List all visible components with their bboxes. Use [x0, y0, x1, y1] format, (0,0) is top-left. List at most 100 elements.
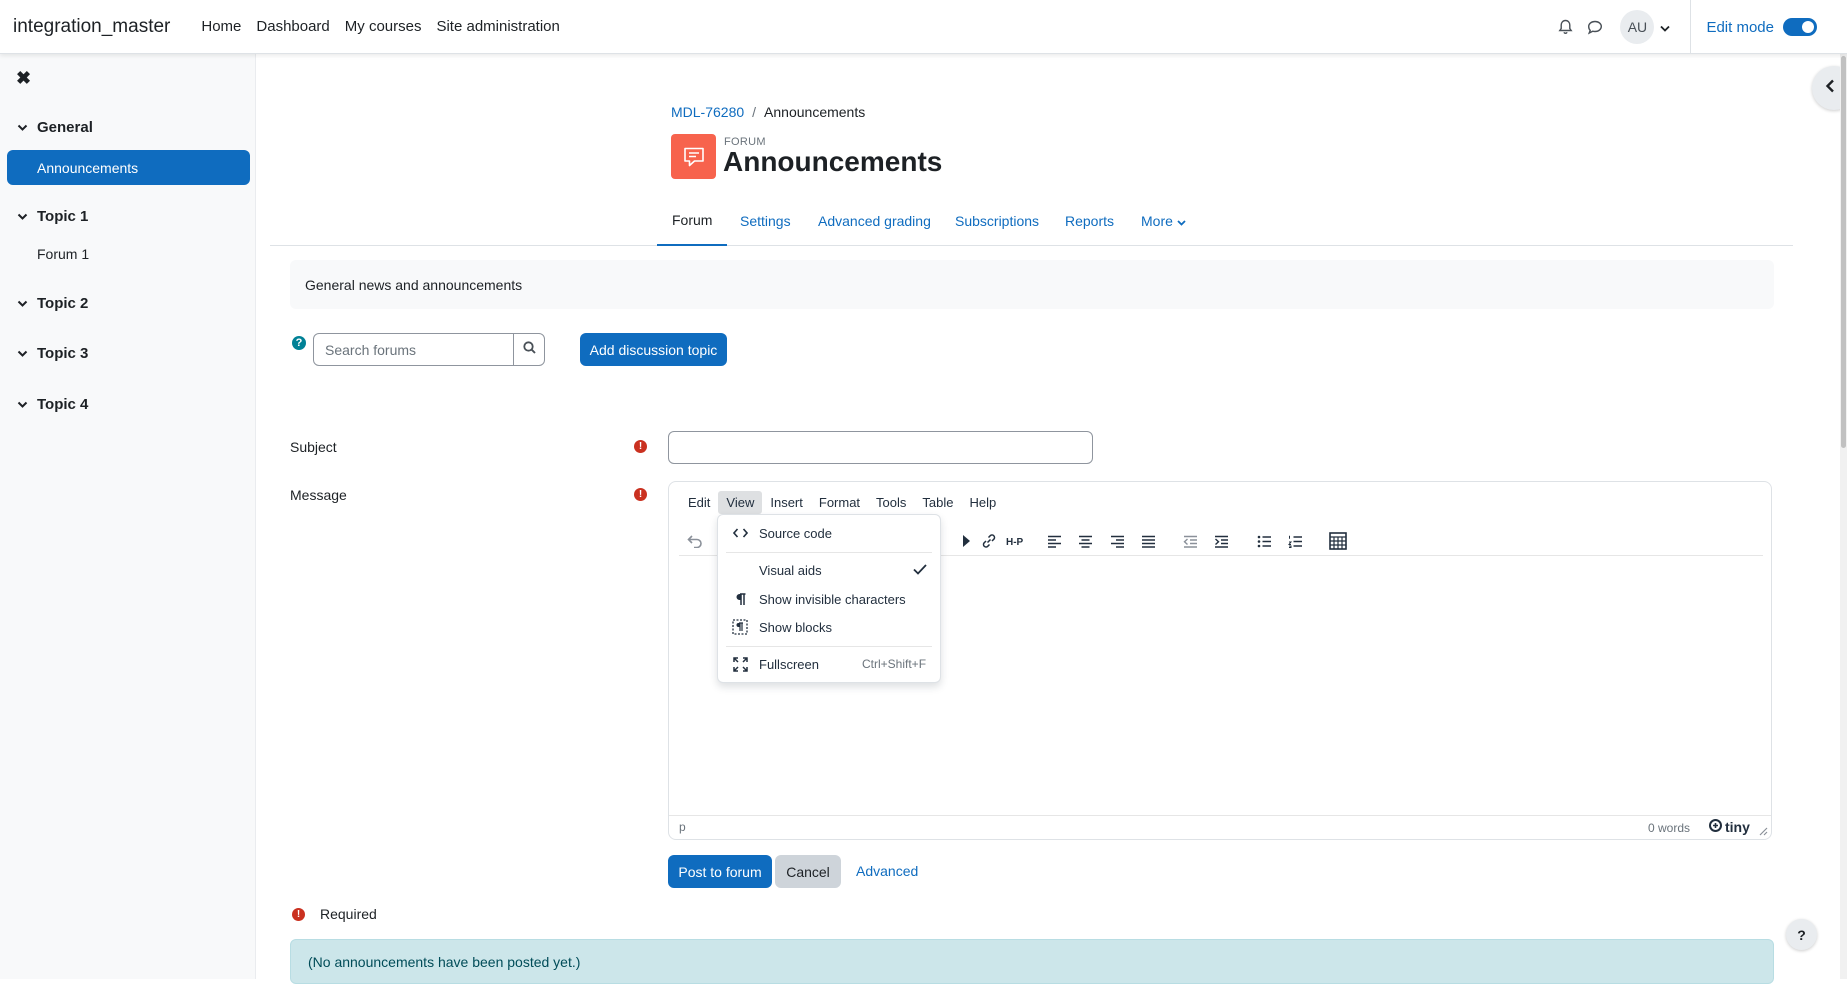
- chevron-down-icon[interactable]: [17, 295, 31, 312]
- media-icon[interactable]: [955, 530, 977, 552]
- required-note-text: Required: [320, 906, 377, 922]
- word-count[interactable]: 0 words: [1648, 821, 1690, 835]
- tab-advanced-grading[interactable]: Advanced grading: [818, 196, 931, 246]
- menu-item-label: Fullscreen: [759, 656, 819, 672]
- message-label: Message: [290, 487, 347, 503]
- menu-item-label: Visual aids: [759, 562, 822, 578]
- tab-reports[interactable]: Reports: [1065, 196, 1114, 246]
- menu-item-show-invisible-characters[interactable]: Show invisible characters: [718, 586, 940, 612]
- tab-settings[interactable]: Settings: [740, 196, 791, 246]
- menu-separator: [726, 646, 932, 647]
- notifications-bell-icon[interactable]: [1550, 19, 1580, 35]
- menu-insert[interactable]: Insert: [762, 491, 811, 514]
- tab-subscriptions[interactable]: Subscriptions: [955, 196, 1039, 246]
- page-title: Announcements: [723, 146, 943, 177]
- top-navbar: integration_master Home Dashboard My cou…: [0, 0, 1847, 54]
- chevron-down-icon[interactable]: [17, 119, 31, 136]
- advanced-link[interactable]: Advanced: [856, 863, 918, 879]
- toggle-knob: [1802, 21, 1814, 33]
- breadcrumb-course-link[interactable]: MDL-76280: [671, 104, 744, 120]
- help-icon[interactable]: ?: [292, 336, 306, 350]
- drawer-item-forum-1[interactable]: Forum 1: [37, 246, 89, 262]
- menu-item-show-blocks[interactable]: Show blocks: [718, 614, 940, 640]
- no-announcements-alert: (No announcements have been posted yet.): [290, 939, 1774, 984]
- menu-view[interactable]: View: [718, 491, 763, 514]
- align-center-icon[interactable]: [1074, 530, 1096, 552]
- menu-item-label: Show blocks: [759, 619, 832, 635]
- search-button[interactable]: [513, 333, 545, 366]
- menu-item-fullscreen[interactable]: Fullscreen Ctrl+Shift+F: [718, 651, 940, 677]
- menu-item-visual-aids[interactable]: Visual aids: [718, 557, 940, 583]
- section-title: Topic 1: [37, 208, 89, 225]
- svg-text:H-P: H-P: [1006, 537, 1024, 547]
- section-topic-2[interactable]: Topic 2: [17, 295, 88, 312]
- indent-icon[interactable]: [1210, 530, 1232, 552]
- editor-statusbar: p 0 words tiny: [669, 815, 1771, 840]
- table-icon[interactable]: [1327, 530, 1349, 552]
- tiny-logo[interactable]: tiny: [1709, 819, 1750, 835]
- page-scrollbar[interactable]: [1840, 54, 1847, 979]
- close-drawer-icon[interactable]: ✖: [16, 68, 31, 89]
- chevron-down-icon[interactable]: [17, 208, 31, 225]
- subject-input[interactable]: [668, 431, 1093, 464]
- menu-help[interactable]: Help: [961, 491, 1004, 514]
- required-note: ! Required: [292, 906, 377, 922]
- drawer-item-announcements[interactable]: Announcements: [7, 150, 250, 185]
- menu-item-source-code[interactable]: Source code: [718, 520, 940, 546]
- search-input[interactable]: Search forums: [313, 333, 514, 366]
- edit-mode-label: Edit mode: [1706, 18, 1774, 36]
- h5p-icon[interactable]: H-P: [1005, 530, 1031, 552]
- cancel-button[interactable]: Cancel: [775, 855, 841, 888]
- show-blocks-icon: [732, 619, 748, 635]
- outdent-icon[interactable]: [1179, 530, 1201, 552]
- nav-home[interactable]: Home: [201, 18, 241, 35]
- primary-nav: Home Dashboard My courses Site administr…: [201, 18, 575, 35]
- section-title: Topic 4: [37, 396, 89, 413]
- menu-separator: [726, 552, 932, 553]
- menu-table[interactable]: Table: [914, 491, 961, 514]
- section-topic-3[interactable]: Topic 3: [17, 345, 88, 362]
- align-right-icon[interactable]: [1106, 530, 1128, 552]
- chevron-down-icon[interactable]: [17, 396, 31, 413]
- fullscreen-icon: [732, 656, 748, 672]
- course-index-drawer: ✖ General Announcements Topic 1 Forum 1 …: [0, 54, 256, 979]
- edit-mode-toggle[interactable]: [1783, 18, 1817, 36]
- chevron-down-icon[interactable]: [17, 345, 31, 362]
- page-help-button[interactable]: ?: [1786, 919, 1817, 950]
- nav-dashboard[interactable]: Dashboard: [256, 18, 329, 35]
- chevron-down-icon[interactable]: [1660, 19, 1671, 36]
- menu-edit[interactable]: Edit: [680, 491, 718, 514]
- editor-menubar: Edit View Insert Format Tools Table Help: [680, 491, 1004, 514]
- align-left-icon[interactable]: [1043, 530, 1065, 552]
- breadcrumb-separator: /: [752, 104, 757, 120]
- numbered-list-icon[interactable]: [1284, 530, 1306, 552]
- section-general[interactable]: General: [17, 119, 93, 136]
- scrollbar-thumb[interactable]: [1841, 56, 1846, 448]
- nav-site-administration[interactable]: Site administration: [436, 18, 559, 35]
- post-to-forum-button[interactable]: Post to forum: [668, 855, 772, 888]
- menu-item-label: Show invisible characters: [759, 591, 906, 607]
- site-brand[interactable]: integration_master: [13, 16, 170, 38]
- section-topic-4[interactable]: Topic 4: [17, 396, 88, 413]
- section-topic-1[interactable]: Topic 1: [17, 208, 88, 225]
- tab-forum[interactable]: Forum: [657, 196, 728, 246]
- link-icon[interactable]: [978, 530, 1000, 552]
- section-title: Topic 3: [37, 345, 89, 362]
- align-justify-icon[interactable]: [1137, 530, 1159, 552]
- messages-chat-icon[interactable]: [1580, 20, 1610, 35]
- required-icon: !: [292, 907, 305, 921]
- bullet-list-icon[interactable]: [1253, 530, 1275, 552]
- element-path[interactable]: p: [679, 820, 686, 834]
- tab-more[interactable]: More: [1141, 196, 1186, 246]
- add-discussion-topic-button[interactable]: Add discussion topic: [580, 333, 727, 366]
- keyboard-shortcut: Ctrl+Shift+F: [862, 657, 927, 671]
- nav-my-courses[interactable]: My courses: [345, 18, 422, 35]
- navbar-divider: [1690, 0, 1692, 54]
- required-icon: !: [634, 440, 647, 453]
- menu-tools[interactable]: Tools: [868, 491, 914, 514]
- user-avatar[interactable]: AU: [1620, 10, 1655, 44]
- forum-activity-icon: [671, 134, 716, 179]
- resize-handle-icon[interactable]: [1759, 825, 1768, 839]
- undo-icon[interactable]: [684, 530, 706, 552]
- menu-format[interactable]: Format: [811, 491, 868, 514]
